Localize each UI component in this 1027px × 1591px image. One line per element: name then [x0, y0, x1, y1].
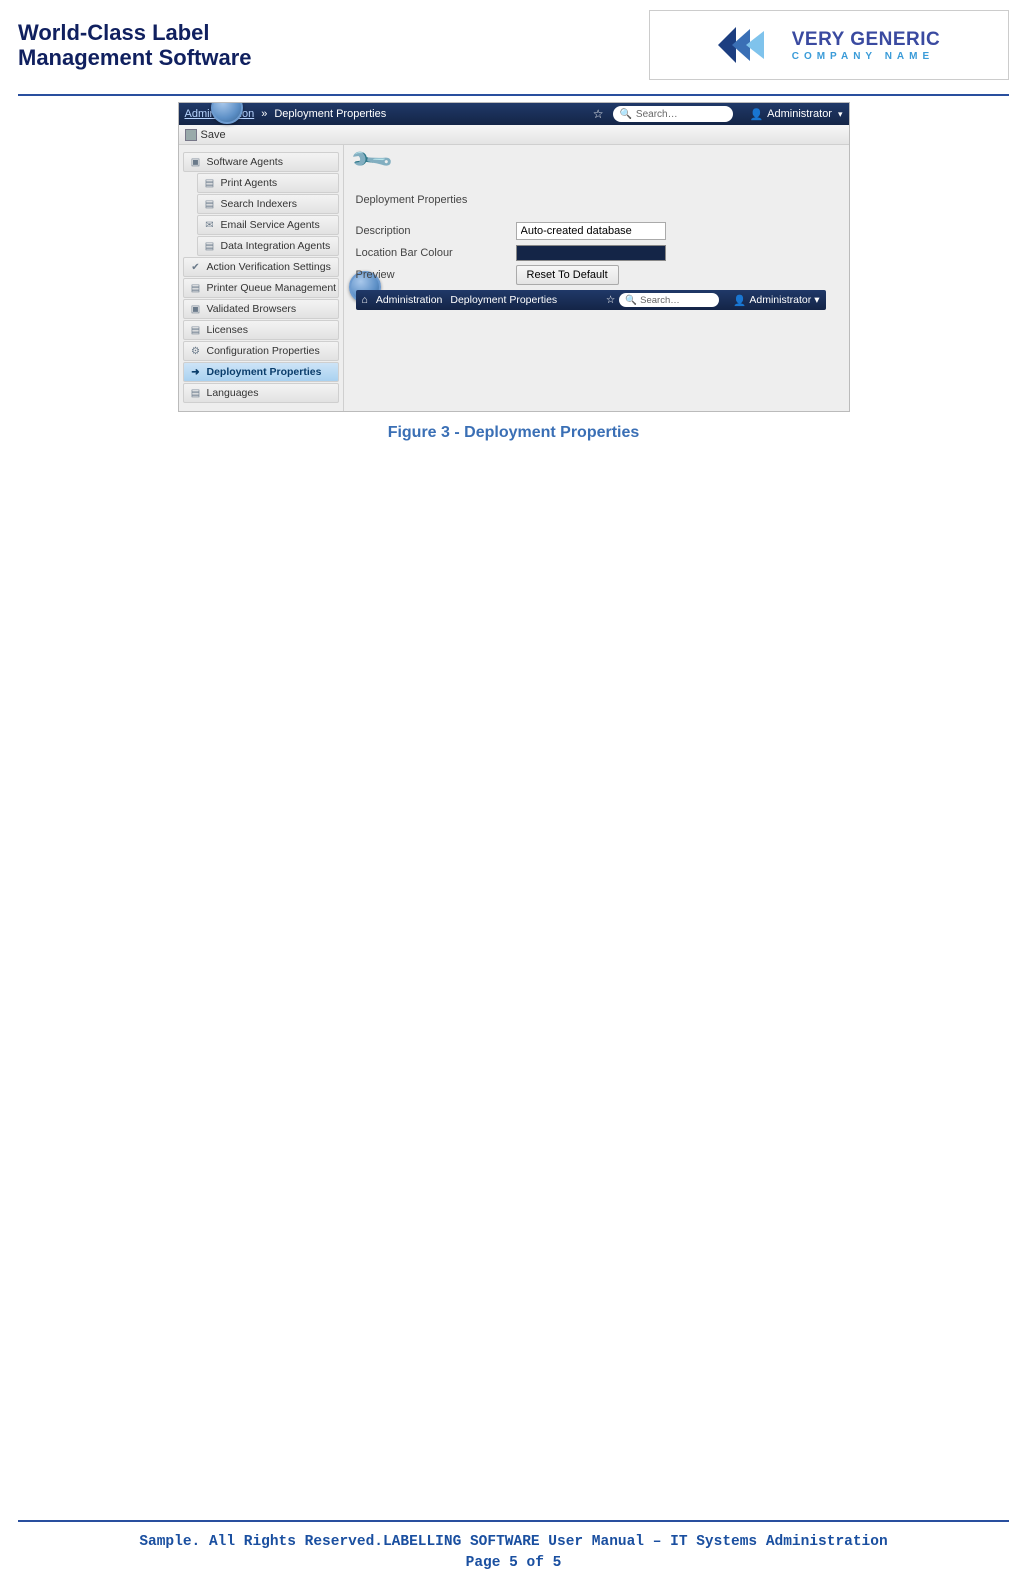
verify-icon: ✔: [190, 261, 202, 273]
chevron-down-icon: [836, 108, 843, 120]
index-icon: ▤: [204, 198, 216, 210]
body-area: ▣Software Agents ▤Print Agents ▤Search I…: [179, 145, 849, 411]
search-input[interactable]: 🔍 Search…: [613, 106, 733, 122]
sidebar-item-languages[interactable]: ▤Languages: [183, 383, 339, 403]
active-arrow-icon: [190, 366, 202, 378]
footer-divider: [18, 1520, 1009, 1522]
doc-title: World-Class Label Management Software: [18, 10, 252, 71]
panel-title: Deployment Properties: [356, 194, 837, 206]
preview-star-icon: ☆: [606, 294, 615, 306]
preview-search-icon: 🔍: [625, 295, 637, 306]
sidebar-item-data-integration[interactable]: ▤Data Integration Agents: [197, 236, 339, 256]
doc-title-line2: Management Software: [18, 45, 252, 70]
row-colour: Location Bar Colour: [356, 242, 837, 264]
user-label: Administrator: [767, 108, 832, 120]
sidebar-item-search-indexers[interactable]: ▤Search Indexers: [197, 194, 339, 214]
search-icon: 🔍: [619, 109, 631, 120]
description-label: Description: [356, 225, 516, 237]
colour-label: Location Bar Colour: [356, 247, 516, 259]
sidebar-item-action-verification[interactable]: ✔Action Verification Settings: [183, 257, 339, 277]
data-icon: ▤: [204, 240, 216, 252]
save-icon: [185, 129, 197, 141]
preview-label: Preview: [356, 269, 516, 281]
agents-icon: ▣: [190, 156, 202, 168]
header-divider: [18, 94, 1009, 96]
printer-icon: ▤: [204, 177, 216, 189]
preview-user-menu: 👤 Administrator ▾: [733, 294, 819, 307]
figure-wrap: Administration Deployment Properties ☆ 🔍…: [0, 102, 1027, 442]
logo-mark-icon: [718, 23, 778, 67]
logo-line1: VERY GENERIC: [792, 29, 941, 51]
content-panel: 🔧 Deployment Properties Description Loca…: [344, 145, 849, 411]
favourite-icon[interactable]: ☆: [593, 107, 604, 121]
sidebar-item-software-agents[interactable]: ▣Software Agents: [183, 152, 339, 172]
row-preview: Preview Reset To Default: [356, 264, 837, 286]
license-icon: ▤: [190, 324, 202, 336]
page-footer: Sample. All Rights Reserved.LABELLING SO…: [0, 1520, 1027, 1576]
breadcrumb-current: Deployment Properties: [274, 108, 386, 120]
logo-box: VERY GENERIC COMPANY NAME: [649, 10, 1009, 80]
sidebar-item-email-agents[interactable]: ✉Email Service Agents: [197, 215, 339, 235]
footer-line1: Sample. All Rights Reserved.LABELLING SO…: [0, 1532, 1027, 1554]
preview-search: 🔍 Search…: [619, 293, 719, 307]
colour-swatch[interactable]: [516, 245, 666, 261]
lang-icon: ▤: [190, 387, 202, 399]
sidebar-item-validated-browsers[interactable]: ▣Validated Browsers: [183, 299, 339, 319]
sidebar-item-deploy-props[interactable]: Deployment Properties: [183, 362, 339, 382]
sidebar-item-licenses[interactable]: ▤Licenses: [183, 320, 339, 340]
mail-icon: ✉: [204, 219, 216, 231]
screenshot: Administration Deployment Properties ☆ 🔍…: [178, 102, 850, 412]
preview-breadcrumb-current: Deployment Properties: [450, 294, 557, 306]
sidebar: ▣Software Agents ▤Print Agents ▤Search I…: [179, 145, 344, 411]
queue-icon: ▤: [190, 282, 202, 294]
save-button[interactable]: Save: [201, 129, 226, 141]
row-description: Description: [356, 220, 837, 242]
preview-user-icon: 👤: [733, 294, 746, 307]
logo-line2: COMPANY NAME: [792, 51, 941, 62]
page-header: World-Class Label Management Software VE…: [0, 0, 1027, 80]
search-placeholder: Search…: [636, 109, 678, 120]
logo-text: VERY GENERIC COMPANY NAME: [792, 29, 941, 62]
user-menu[interactable]: 👤 Administrator: [749, 108, 842, 121]
sidebar-item-config-props[interactable]: ⚙Configuration Properties: [183, 341, 339, 361]
figure-caption: Figure 3 - Deployment Properties: [388, 424, 640, 442]
breadcrumb-sep-icon: [258, 108, 270, 120]
sidebar-item-print-agents[interactable]: ▤Print Agents: [197, 173, 339, 193]
doc-title-line1: World-Class Label: [18, 20, 210, 45]
location-bar: Administration Deployment Properties ☆ 🔍…: [179, 103, 849, 125]
preview-location-bar: ⌂ Administration Deployment Properties ☆…: [356, 290, 826, 310]
footer-line2: Page 5 of 5: [0, 1553, 1027, 1575]
preview-chevron-down-icon: ▾: [814, 294, 819, 306]
toolbar: Save: [179, 125, 849, 145]
reset-button[interactable]: Reset To Default: [516, 265, 619, 285]
preview-breadcrumb-admin: Administration: [376, 294, 443, 306]
browser-icon: ▣: [190, 303, 202, 315]
description-input[interactable]: [516, 222, 666, 240]
sidebar-item-printer-queue[interactable]: ▤Printer Queue Management: [183, 278, 339, 298]
preview-home-icon: ⌂: [362, 294, 368, 306]
user-icon: 👤: [749, 108, 763, 121]
config-icon: ⚙: [190, 345, 202, 357]
